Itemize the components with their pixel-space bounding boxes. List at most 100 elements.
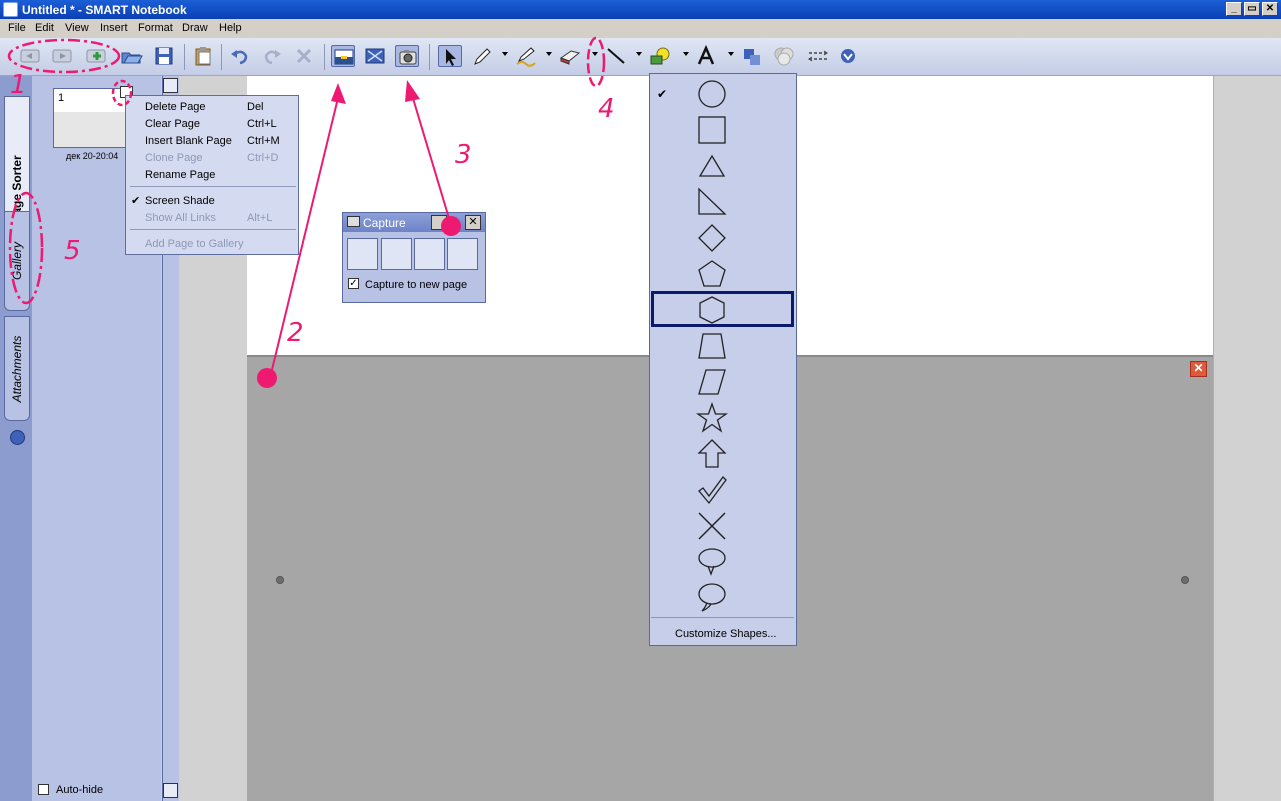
paste-icon[interactable] [191, 45, 215, 67]
add-page-icon[interactable] [84, 45, 108, 67]
capture-new-page-label: Capture to new page [365, 279, 468, 291]
menu-file[interactable]: File [8, 22, 26, 34]
ctx-screen-shade[interactable]: ✔ Screen Shade [126, 192, 298, 209]
customize-shapes-item[interactable]: Customize Shapes... [675, 628, 777, 640]
line-icon[interactable] [604, 45, 628, 67]
close-button[interactable]: ✕ [1262, 2, 1278, 16]
square-icon[interactable] [690, 113, 734, 147]
autohide-label: Auto-hide [56, 784, 104, 796]
pentagon-icon[interactable] [690, 257, 734, 291]
page-date: дек 20-20:04 [66, 151, 119, 161]
menu-format[interactable]: Format [138, 22, 173, 34]
capture-minimize-button[interactable] [431, 215, 447, 230]
capture-area-button[interactable] [347, 238, 378, 270]
save-icon[interactable] [152, 45, 176, 67]
trapezoid-icon[interactable] [690, 329, 734, 363]
capture-title: Capture [363, 216, 406, 230]
eraser-icon[interactable] [558, 45, 582, 67]
ctx-delete-page[interactable]: Delete Page Del [126, 98, 298, 115]
capture-screen-button[interactable] [414, 238, 445, 270]
arrow-up-icon[interactable] [690, 437, 734, 471]
move-toolbar-icon[interactable] [806, 45, 830, 67]
creative-pen-icon[interactable] [514, 45, 538, 67]
scroll-up-button[interactable] [163, 78, 178, 93]
tab-attachments-label: Attachments [10, 335, 24, 402]
ctx-clear-page[interactable]: Clear Page Ctrl+L [126, 115, 298, 132]
back-icon[interactable] [18, 45, 42, 67]
capture-window-button[interactable] [381, 238, 412, 270]
tab-gallery-label: Gallery [10, 241, 24, 281]
checkmark-shape-icon[interactable] [690, 473, 734, 507]
ctx-shortcut: Ctrl+D [247, 152, 279, 164]
ctx-clone-page: Clone Page Ctrl+D [126, 149, 298, 166]
ctx-label: Show All Links [145, 212, 216, 224]
ctx-shortcut: Alt+L [247, 212, 273, 224]
select-icon[interactable] [438, 45, 462, 67]
shade-handle-left[interactable] [276, 576, 284, 584]
capture-new-page-checkbox[interactable]: ✓ [348, 278, 359, 289]
page-thumbnail-shade [54, 112, 125, 147]
capture-freehand-button[interactable] [447, 238, 478, 270]
annotation-2: 2 [287, 318, 304, 348]
full-screen-icon[interactable] [363, 45, 387, 67]
ctx-insert-blank-page[interactable]: Insert Blank Page Ctrl+M [126, 132, 298, 149]
shade-close-icon[interactable]: ✕ [1190, 361, 1207, 377]
collapse-arrow-icon[interactable] [10, 430, 25, 445]
side-tab-strip: Page Sorter Gallery Attachments [0, 76, 32, 801]
delete-icon[interactable] [292, 45, 316, 67]
redo-icon[interactable] [260, 45, 284, 67]
open-icon[interactable] [120, 45, 144, 67]
ctx-add-page-to-gallery: Add Page to Gallery [126, 235, 298, 252]
diamond-icon[interactable] [690, 221, 734, 255]
x-mark-icon[interactable] [690, 509, 734, 543]
annotation-1: 1 [10, 70, 27, 100]
ctx-show-all-links: Show All Links Alt+L [126, 209, 298, 226]
shade-handle-right[interactable] [1181, 576, 1189, 584]
screen-shade-icon[interactable] [331, 45, 355, 67]
menu-draw[interactable]: Draw [182, 22, 208, 34]
capture-icon[interactable] [395, 45, 419, 67]
annotation-3: 3 [455, 140, 472, 170]
menu-view[interactable]: View [65, 22, 89, 34]
minimize-button[interactable]: _ [1226, 2, 1242, 16]
parallelogram-icon[interactable] [690, 365, 734, 399]
ctx-label: Delete Page [145, 101, 206, 113]
speech-bubble-icon[interactable] [690, 545, 734, 579]
scroll-down-button[interactable] [163, 783, 178, 798]
page-number: 1 [58, 92, 65, 104]
text-icon[interactable] [694, 44, 718, 67]
ctx-shortcut: Ctrl+M [247, 135, 280, 147]
camera-icon [347, 216, 360, 227]
capture-close-button[interactable]: ✕ [465, 215, 481, 230]
undo-icon[interactable] [228, 45, 252, 67]
menu-insert[interactable]: Insert [100, 22, 128, 34]
properties-icon[interactable] [772, 45, 796, 67]
ctx-label: Screen Shade [145, 195, 215, 207]
triangle-icon[interactable] [690, 149, 734, 183]
checkmark-icon: ✔ [131, 195, 141, 207]
menu-bar: File Edit View Insert Format Draw Help [0, 19, 1281, 38]
menu-edit[interactable]: Edit [35, 22, 54, 34]
thought-bubble-icon[interactable] [690, 581, 734, 615]
menu-help[interactable]: Help [219, 22, 242, 34]
maximize-button[interactable]: ▭ [1244, 2, 1260, 16]
autohide-checkbox[interactable] [38, 784, 49, 795]
annotation-5: 5 [64, 236, 81, 266]
main-toolbar [0, 38, 1281, 76]
page-context-menu: Delete Page Del Clear Page Ctrl+L Insert B… [125, 95, 299, 255]
tab-gallery[interactable]: Gallery [4, 211, 30, 311]
ctx-label: Insert Blank Page [145, 135, 232, 147]
shapes-icon[interactable] [648, 45, 672, 67]
more-icon[interactable] [836, 45, 860, 67]
pen-icon[interactable] [470, 45, 494, 67]
tab-attachments[interactable]: Attachments [4, 316, 30, 421]
ctx-rename-page[interactable]: Rename Page [126, 166, 298, 183]
forward-icon[interactable] [50, 45, 74, 67]
ctx-label: Clone Page [145, 152, 203, 164]
ctx-shortcut: Ctrl+L [247, 118, 277, 130]
fill-icon[interactable] [740, 45, 764, 67]
ctx-shortcut: Del [247, 101, 264, 113]
circle-icon[interactable] [690, 77, 734, 111]
right-triangle-icon[interactable] [690, 185, 734, 219]
star-icon[interactable] [690, 401, 734, 435]
